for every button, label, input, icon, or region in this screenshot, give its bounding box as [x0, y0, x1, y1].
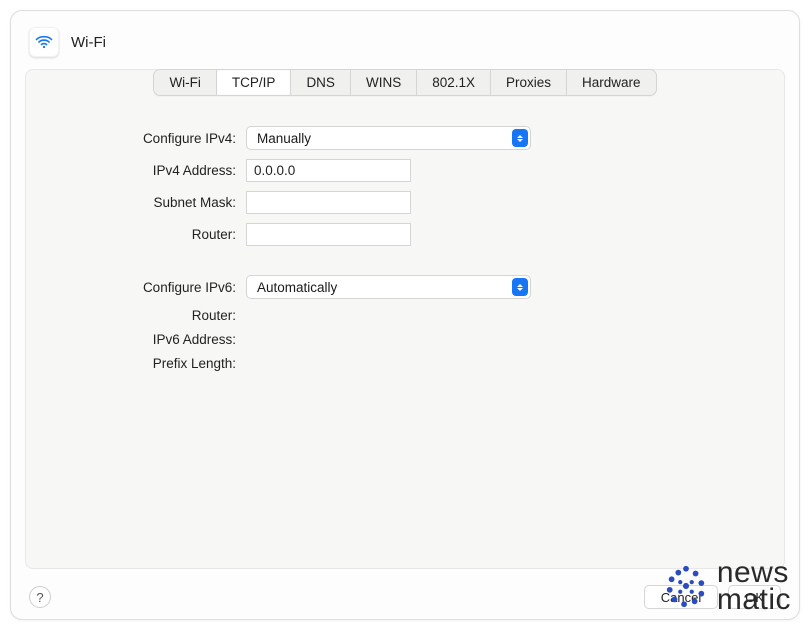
input-ipv4-address[interactable] [246, 159, 411, 182]
row-router-ipv4: Router: [66, 223, 744, 246]
updown-arrows-icon [512, 129, 528, 147]
content-panel: Wi-Fi TCP/IP DNS WINS 802.1X Proxies Har… [25, 69, 785, 569]
network-preferences-window: Wi-Fi Wi-Fi TCP/IP DNS WINS 802.1X Proxi… [10, 10, 800, 620]
tab-dns[interactable]: DNS [291, 70, 351, 95]
tab-tcpip[interactable]: TCP/IP [217, 70, 292, 95]
tab-hardware[interactable]: Hardware [567, 70, 656, 95]
select-configure-ipv6-value: Automatically [257, 280, 337, 295]
window-footer: ? Cancel OK [11, 585, 799, 609]
help-button[interactable]: ? [29, 586, 51, 608]
section-divider [66, 255, 744, 275]
wifi-icon [29, 27, 59, 57]
tab-wifi[interactable]: Wi-Fi [154, 70, 216, 95]
tabbar: Wi-Fi TCP/IP DNS WINS 802.1X Proxies Har… [26, 69, 784, 96]
label-router-ipv6: Router: [66, 308, 246, 323]
tabs-group: Wi-Fi TCP/IP DNS WINS 802.1X Proxies Har… [153, 69, 656, 96]
select-configure-ipv6[interactable]: Automatically [246, 275, 531, 299]
updown-arrows-icon [512, 278, 528, 296]
row-prefix-length: Prefix Length: [66, 356, 744, 371]
page-title: Wi-Fi [71, 34, 106, 51]
row-ipv4-address: IPv4 Address: [66, 159, 744, 182]
label-ipv4-address: IPv4 Address: [66, 163, 246, 178]
label-prefix-length: Prefix Length: [66, 356, 246, 371]
label-configure-ipv4: Configure IPv4: [66, 131, 246, 146]
label-subnet-mask: Subnet Mask: [66, 195, 246, 210]
window-header: Wi-Fi [11, 11, 799, 57]
input-subnet-mask[interactable] [246, 191, 411, 214]
tab-wins[interactable]: WINS [351, 70, 417, 95]
select-configure-ipv4-value: Manually [257, 131, 311, 146]
row-router-ipv6: Router: [66, 308, 744, 323]
input-router-ipv4[interactable] [246, 223, 411, 246]
cancel-button[interactable]: Cancel [644, 585, 718, 609]
tab-8021x[interactable]: 802.1X [417, 70, 491, 95]
row-configure-ipv4: Configure IPv4: Manually [66, 126, 744, 150]
label-configure-ipv6: Configure IPv6: [66, 280, 246, 295]
ok-button[interactable]: OK [728, 585, 781, 609]
row-ipv6-address: IPv6 Address: [66, 332, 744, 347]
label-router-ipv4: Router: [66, 227, 246, 242]
select-configure-ipv4[interactable]: Manually [246, 126, 531, 150]
tab-proxies[interactable]: Proxies [491, 70, 567, 95]
tcpip-form: Configure IPv4: Manually IPv4 Address: S… [26, 96, 784, 371]
row-configure-ipv6: Configure IPv6: Automatically [66, 275, 744, 299]
row-subnet-mask: Subnet Mask: [66, 191, 744, 214]
label-ipv6-address: IPv6 Address: [66, 332, 246, 347]
